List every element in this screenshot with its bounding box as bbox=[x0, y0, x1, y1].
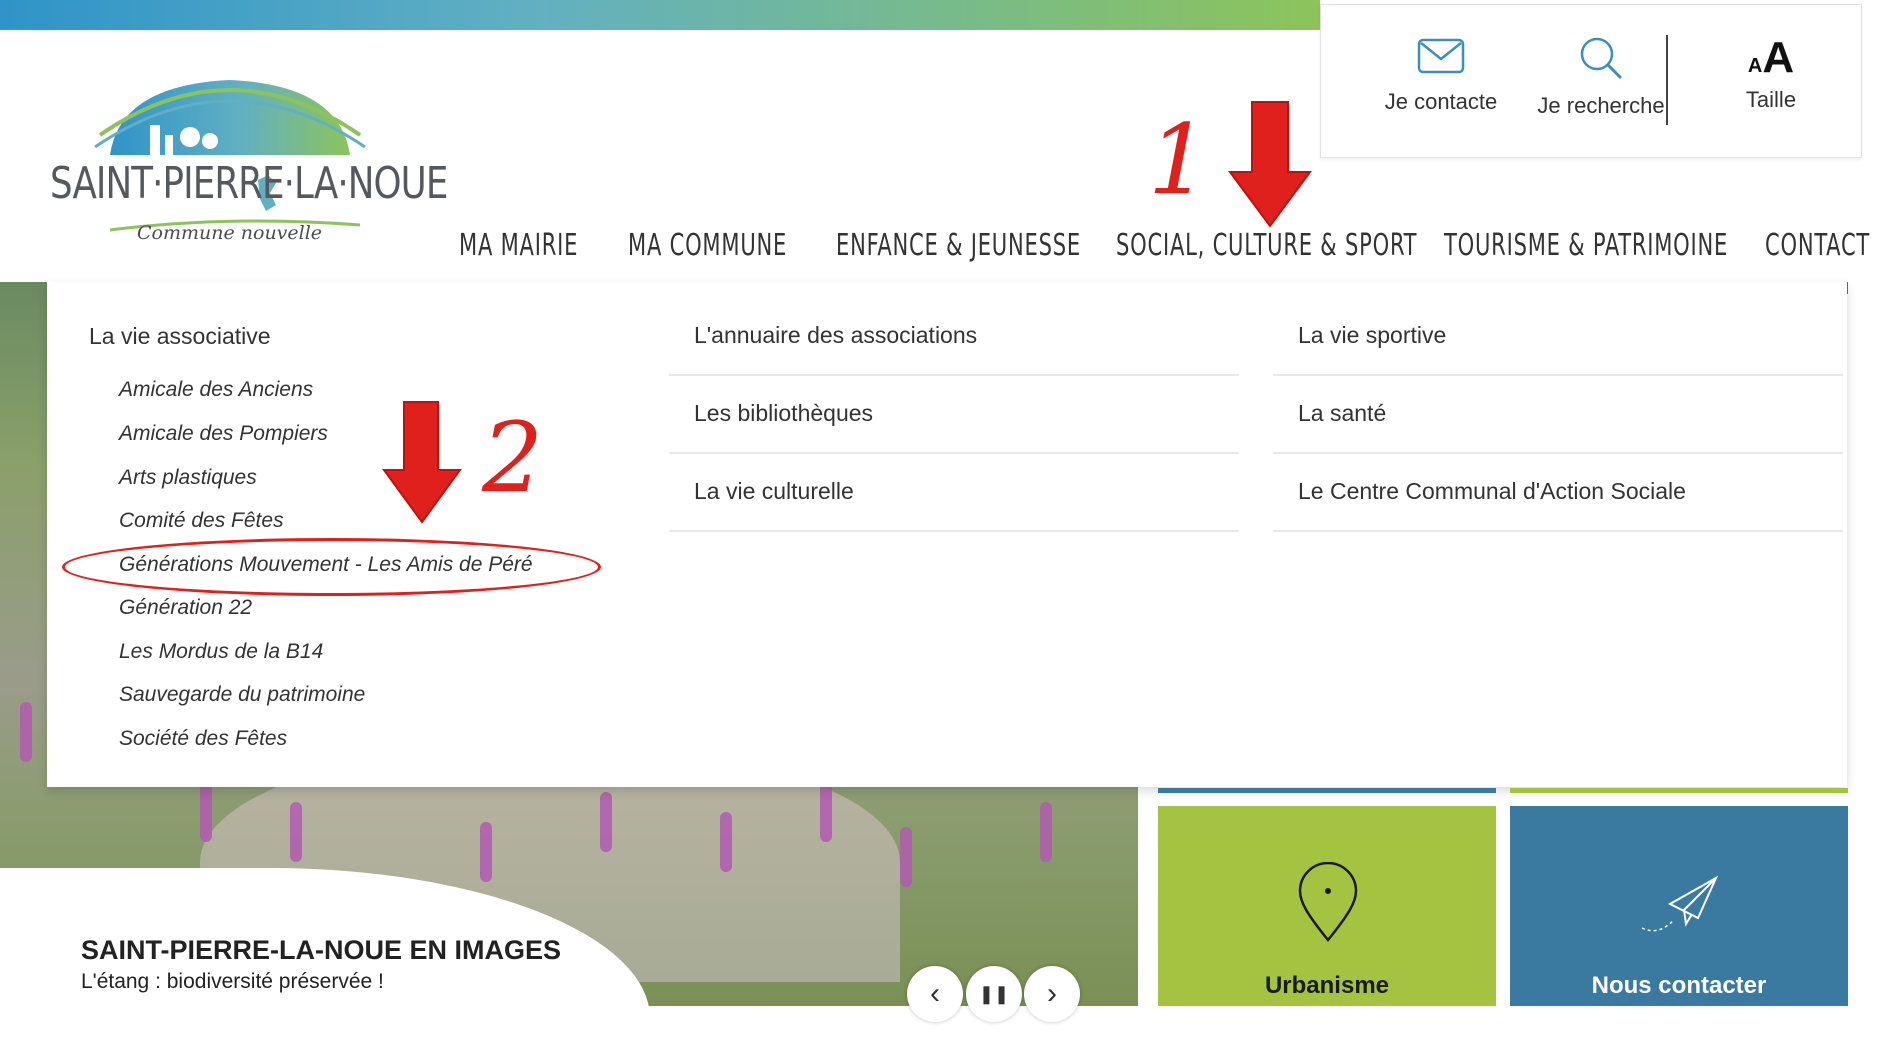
nous-contacter-tile[interactable]: Nous contacter bbox=[1510, 806, 1848, 1006]
urbanisme-label: Urbanisme bbox=[1264, 972, 1390, 999]
menu-item-label: La vie sportive bbox=[1298, 322, 1447, 348]
menu-subitem[interactable]: Amicale des Anciens bbox=[119, 378, 313, 402]
tile-divider-blue bbox=[1158, 788, 1496, 793]
flower bbox=[290, 802, 302, 862]
text-size-icon: AA bbox=[1701, 35, 1841, 81]
menu-item-sante[interactable]: La santé bbox=[1273, 374, 1843, 454]
hero-title: SAINT-PIERRE-LA-NOUE EN IMAGES bbox=[81, 935, 562, 965]
nav-tourisme-patrimoine[interactable]: TOURISME & PATRIMOINE bbox=[1444, 228, 1728, 263]
menu-subitem[interactable]: Société des Fêtes bbox=[119, 727, 287, 751]
menu-heading-vie-associative[interactable]: La vie associative bbox=[89, 323, 271, 350]
map-pin-icon bbox=[1298, 862, 1358, 942]
annotation-arrow-down-icon bbox=[382, 401, 462, 524]
logo-tagline: Commune nouvelle bbox=[137, 222, 323, 244]
urbanisme-tile[interactable]: Urbanisme bbox=[1158, 806, 1496, 1006]
menu-item-vie-culturelle[interactable]: La vie culturelle bbox=[669, 452, 1239, 532]
menu-subitem[interactable]: Les Mordus de la B14 bbox=[119, 640, 323, 664]
slider-prev-button[interactable]: ‹ bbox=[907, 966, 963, 1022]
menu-item-label: L'annuaire des associations bbox=[694, 322, 978, 348]
size-glyph-large: A bbox=[1762, 33, 1795, 82]
nav-ma-commune[interactable]: MA COMMUNE bbox=[628, 228, 787, 263]
nav-contact[interactable]: CONTACT bbox=[1765, 228, 1870, 263]
menu-subitem[interactable]: Génération 22 bbox=[119, 596, 252, 620]
flower bbox=[820, 782, 832, 842]
menu-item-label: Les bibliothèques bbox=[694, 400, 874, 426]
flower bbox=[600, 792, 612, 852]
flower bbox=[20, 702, 32, 762]
utility-box: Je contacte Je recherche AA Taille bbox=[1320, 4, 1862, 158]
utility-divider bbox=[1666, 35, 1668, 125]
logo-name: SAINT·PIERRE·LA·NOUE bbox=[50, 158, 448, 209]
menu-subitem[interactable]: Arts plastiques bbox=[119, 466, 257, 490]
top-gradient-bar bbox=[0, 0, 1320, 30]
menu-item-annuaire[interactable]: L'annuaire des associations bbox=[669, 296, 1239, 376]
tile-divider-green bbox=[1510, 788, 1848, 793]
contact-link[interactable]: Je contacte bbox=[1361, 35, 1521, 115]
nav-ma-mairie[interactable]: MA MAIRIE bbox=[459, 228, 578, 263]
annotation-arrow-down-icon bbox=[1228, 101, 1312, 228]
search-link[interactable]: Je recherche bbox=[1516, 35, 1686, 119]
hero-subtitle: L'étang : biodiversité préservée ! bbox=[81, 970, 384, 993]
flower bbox=[1040, 802, 1052, 862]
slider-pause-button[interactable]: ❚❚ bbox=[966, 966, 1022, 1022]
slider-next-button[interactable]: › bbox=[1024, 966, 1080, 1022]
menu-subitem[interactable]: Comité des Fêtes bbox=[119, 509, 284, 533]
nav-social-culture-sport[interactable]: SOCIAL, CULTURE & SPORT bbox=[1116, 228, 1417, 263]
annotation-step-2: 2 bbox=[482, 402, 544, 514]
menu-item-label: La santé bbox=[1298, 400, 1387, 426]
annotation-highlight-oval bbox=[62, 538, 601, 596]
menu-item-bibliotheques[interactable]: Les bibliothèques bbox=[669, 374, 1239, 454]
flower bbox=[480, 822, 492, 882]
envelope-icon bbox=[1417, 38, 1465, 74]
search-icon bbox=[1580, 37, 1623, 80]
nous-contacter-label: Nous contacter bbox=[1591, 972, 1767, 999]
menu-item-label: Le Centre Communal d'Action Sociale bbox=[1298, 478, 1686, 504]
flower bbox=[720, 812, 732, 872]
annotation-step-1: 1 bbox=[1148, 104, 1210, 216]
menu-item-vie-sportive[interactable]: La vie sportive bbox=[1273, 296, 1843, 376]
menu-item-label: La vie culturelle bbox=[694, 478, 854, 504]
menu-item-ccas[interactable]: Le Centre Communal d'Action Sociale bbox=[1273, 452, 1843, 532]
paper-plane-icon bbox=[1641, 875, 1719, 932]
nav-enfance-jeunesse[interactable]: ENFANCE & JEUNESSE bbox=[836, 228, 1081, 263]
contact-label: Je contacte bbox=[1384, 89, 1498, 114]
dropdown-menu: La vie associative Amicale des Anciens A… bbox=[47, 282, 1847, 787]
flower bbox=[200, 782, 212, 842]
text-size-label: Taille bbox=[1745, 87, 1797, 112]
size-glyph-small: A bbox=[1747, 55, 1763, 77]
menu-subitem[interactable]: Amicale des Pompiers bbox=[119, 422, 328, 446]
flower bbox=[900, 827, 912, 887]
text-size-toggle[interactable]: AA Taille bbox=[1701, 35, 1841, 113]
menu-subitem[interactable]: Sauvegarde du patrimoine bbox=[119, 683, 365, 707]
search-label: Je recherche bbox=[1537, 93, 1665, 118]
